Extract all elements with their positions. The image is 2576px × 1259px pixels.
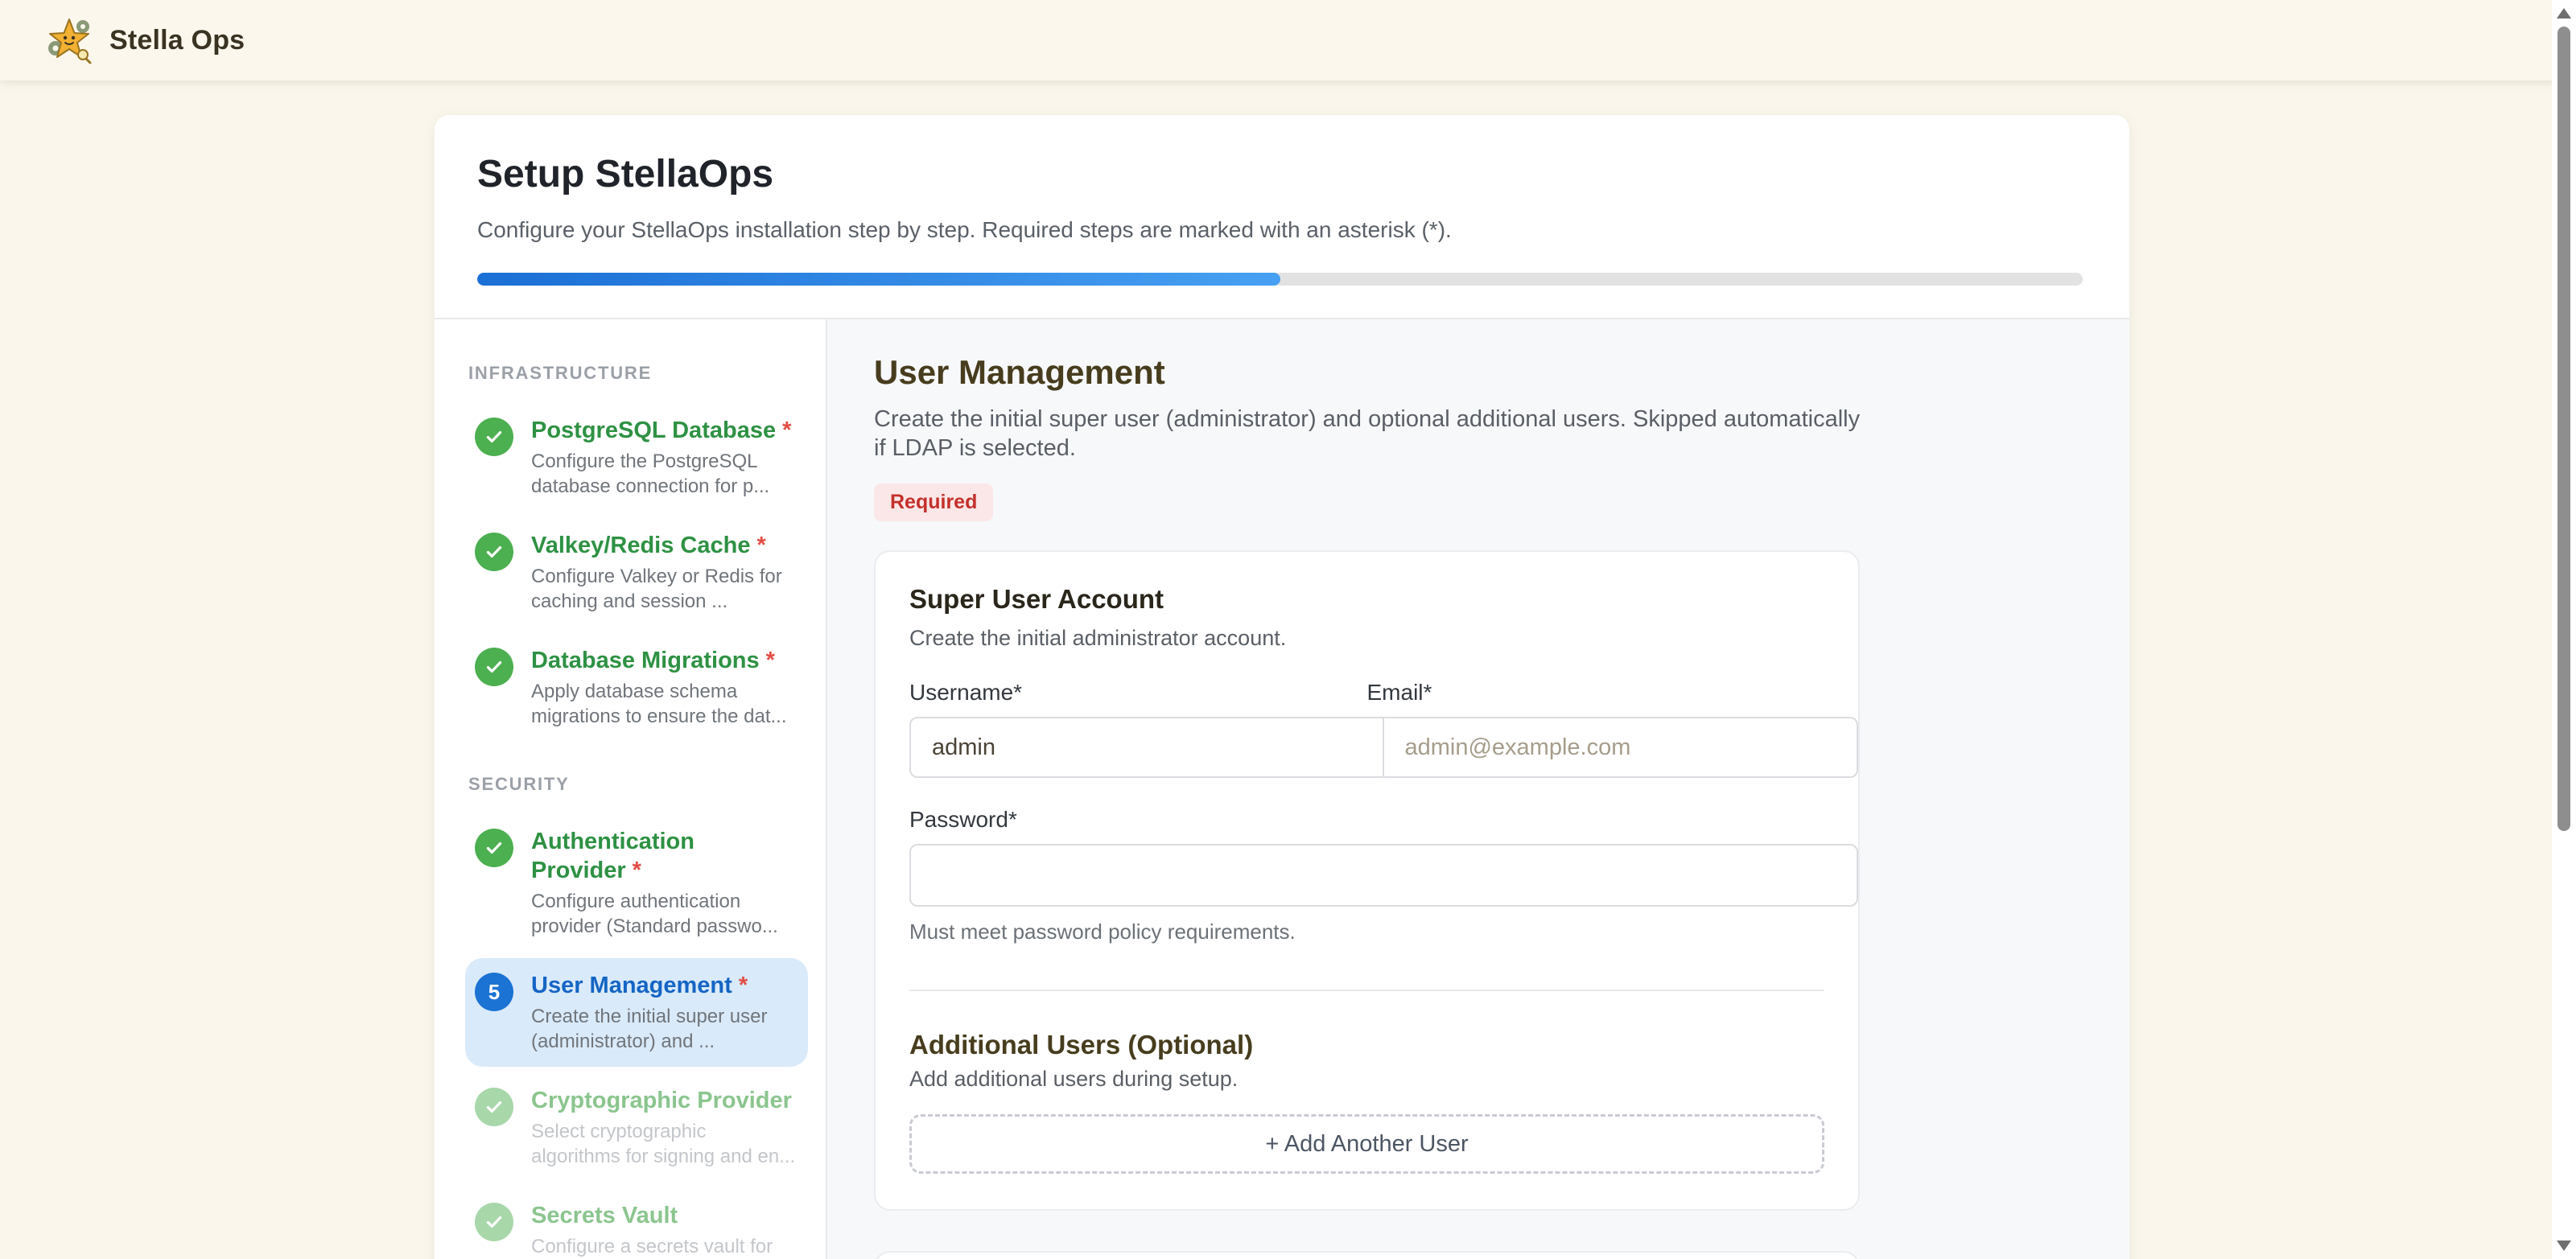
step-description: Configure authentication provider (Stand… <box>531 889 798 939</box>
required-badge: Required <box>874 483 993 521</box>
step-title: Authentication Provider* <box>531 827 798 885</box>
step-title: Cryptographic Provider <box>531 1086 798 1115</box>
progress-bar <box>477 273 2083 286</box>
setup-wizard-card: Setup StellaOps Configure your StellaOps… <box>435 115 2129 1259</box>
step-heading: User Management <box>874 353 2084 392</box>
step-heading-description: Create the initial super user (administr… <box>874 405 1872 463</box>
add-another-user-button[interactable]: + Add Another User <box>909 1114 1824 1174</box>
password-label: Password* <box>909 807 1017 832</box>
required-asterisk: * <box>633 858 641 883</box>
step-title: PostgreSQL Database* <box>531 416 798 445</box>
sidebar-step-postgresql-database[interactable]: PostgreSQL Database* Configure the Postg… <box>465 403 808 512</box>
progress-fill <box>477 273 1280 286</box>
step-description: Configure a secrets vault for secure cre… <box>531 1234 798 1259</box>
divider <box>909 990 1824 991</box>
required-asterisk: * <box>756 533 765 558</box>
step-description: Create the initial super user (administr… <box>531 1004 798 1054</box>
check-icon <box>475 418 513 456</box>
wizard-header: Setup StellaOps Configure your StellaOps… <box>435 115 2129 318</box>
scroll-up-arrow-icon[interactable] <box>2557 8 2571 19</box>
email-label: Email* <box>1367 680 1825 706</box>
check-icon <box>475 648 513 686</box>
step-title: User Management* <box>531 971 798 1000</box>
sidebar-step-cryptographic-provider[interactable]: Cryptographic Provider Select cryptograp… <box>465 1073 808 1182</box>
additional-users-title: Additional Users (Optional) <box>876 1030 1858 1060</box>
check-icon <box>475 533 513 571</box>
super-user-card-title: Super User Account <box>876 584 1858 615</box>
step-title: Secrets Vault <box>531 1201 798 1230</box>
password-field[interactable] <box>909 844 1858 907</box>
section-label-infrastructure: INFRASTRUCTURE <box>468 363 808 384</box>
step-description: Apply database schema migrations to ensu… <box>531 679 798 729</box>
required-asterisk: * <box>766 648 775 673</box>
step-description: Configure Valkey or Redis for caching an… <box>531 564 798 614</box>
username-label: Username* <box>909 680 1367 706</box>
app-header: Stella Ops <box>0 0 2576 80</box>
sidebar-step-database-migrations[interactable]: Database Migrations* Apply database sche… <box>465 633 808 742</box>
brand-name: Stella Ops <box>109 25 245 56</box>
step-description: Configure the PostgreSQL database connec… <box>531 449 798 499</box>
step-content: User Management Create the initial super… <box>827 319 2129 1259</box>
page-subtitle: Configure your StellaOps installation st… <box>477 216 2083 244</box>
required-asterisk: * <box>739 973 748 998</box>
step-number-badge: 5 <box>475 973 513 1011</box>
scroll-down-arrow-icon[interactable] <box>2557 1240 2571 1251</box>
additional-users-subtitle: Add additional users during setup. <box>876 1067 1858 1092</box>
password-helper-text: Must meet password policy requirements. <box>876 920 1858 944</box>
window-scrollbar[interactable] <box>2552 0 2576 1259</box>
step-description: Select cryptographic algorithms for sign… <box>531 1119 798 1169</box>
section-label-security: SECURITY <box>468 774 808 795</box>
scrollbar-thumb[interactable] <box>2557 27 2570 831</box>
sidebar-step-valkey-redis-cache[interactable]: Valkey/Redis Cache* Configure Valkey or … <box>465 518 808 627</box>
sidebar-step-authentication-provider[interactable]: Authentication Provider* Configure authe… <box>465 814 808 952</box>
super-user-account-card: Super User Account Create the initial ad… <box>874 550 1860 1211</box>
step-title: Database Migrations* <box>531 646 798 675</box>
check-icon <box>475 1088 513 1126</box>
sidebar-step-user-management[interactable]: 5 User Management* Create the initial su… <box>465 958 808 1067</box>
validation-checks-card: Validation Checks exists Check passed <box>874 1251 1860 1259</box>
page-title: Setup StellaOps <box>477 152 2083 197</box>
email-field[interactable] <box>1384 717 1859 778</box>
sidebar-step-secrets-vault[interactable]: Secrets Vault Configure a secrets vault … <box>465 1188 808 1259</box>
check-icon <box>475 829 513 867</box>
stellaops-logo-icon <box>45 16 93 64</box>
steps-sidebar: INFRASTRUCTURE PostgreSQL Database* Conf… <box>435 319 827 1259</box>
check-icon <box>475 1203 513 1241</box>
super-user-card-subtitle: Create the initial administrator account… <box>876 626 1858 651</box>
step-title: Valkey/Redis Cache* <box>531 531 798 560</box>
required-asterisk: * <box>782 418 791 443</box>
username-field[interactable] <box>909 717 1384 778</box>
